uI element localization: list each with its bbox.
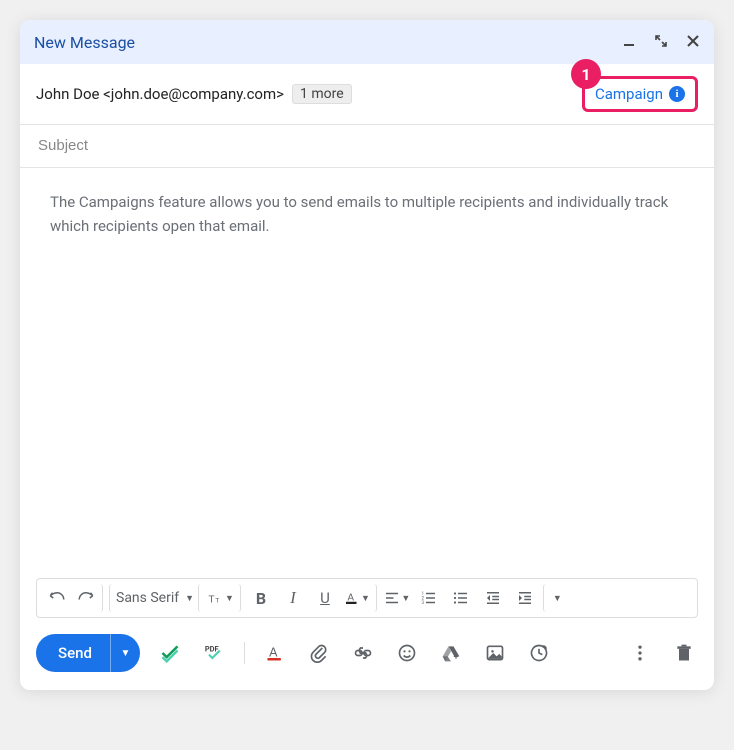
- minimize-icon[interactable]: [622, 34, 636, 51]
- svg-text:A: A: [269, 645, 278, 659]
- align-button[interactable]: ▼: [383, 584, 411, 612]
- svg-text:T: T: [209, 595, 215, 606]
- compose-window: New Message John Doe <john.doe@company.c…: [20, 20, 714, 690]
- send-button[interactable]: Send ▼: [36, 634, 140, 672]
- svg-text:+: +: [453, 653, 458, 663]
- italic-button[interactable]: I: [279, 584, 307, 612]
- fullscreen-icon[interactable]: [654, 34, 668, 51]
- chevron-down-icon: ▼: [361, 593, 370, 604]
- tracking-icon[interactable]: [156, 639, 184, 667]
- svg-text:A: A: [347, 592, 354, 603]
- send-options-dropdown[interactable]: ▼: [110, 634, 140, 672]
- chevron-down-icon: ▼: [401, 593, 410, 604]
- window-titlebar: New Message: [20, 20, 714, 64]
- indent-more-button[interactable]: [511, 584, 539, 612]
- pdf-icon[interactable]: PDF: [200, 639, 228, 667]
- more-options-icon[interactable]: [626, 639, 654, 667]
- send-label: Send: [36, 644, 110, 662]
- bold-button[interactable]: B: [247, 584, 275, 612]
- font-family-dropdown[interactable]: Sans Serif ▼: [109, 584, 194, 612]
- more-recipients-badge[interactable]: 1 more: [292, 84, 352, 104]
- chevron-down-icon: ▼: [185, 593, 194, 604]
- separator: [244, 642, 245, 664]
- recipient-chip[interactable]: John Doe <john.doe@company.com>: [36, 85, 284, 103]
- chevron-down-icon: ▼: [553, 593, 562, 604]
- campaign-link[interactable]: Campaign: [595, 85, 663, 103]
- schedule-icon[interactable]: [525, 639, 553, 667]
- emoji-icon[interactable]: [393, 639, 421, 667]
- drive-icon[interactable]: +: [437, 639, 465, 667]
- more-formatting-button[interactable]: ▼: [543, 584, 571, 612]
- formatting-toolbar: Sans Serif ▼ TT ▼ B I U A ▼ ▼ 123: [36, 578, 698, 618]
- trash-icon[interactable]: [670, 639, 698, 667]
- subject-row: [20, 125, 714, 168]
- font-family-label: Sans Serif: [116, 590, 179, 606]
- svg-text:3: 3: [421, 600, 424, 606]
- numbered-list-button[interactable]: 123: [415, 584, 443, 612]
- email-body[interactable]: The Campaigns feature allows you to send…: [20, 168, 714, 578]
- attach-icon[interactable]: [305, 639, 333, 667]
- text-format-toggle-icon[interactable]: A: [261, 639, 289, 667]
- svg-text:PDF: PDF: [205, 644, 219, 653]
- info-icon[interactable]: i: [669, 86, 685, 102]
- recipients-row[interactable]: John Doe <john.doe@company.com> 1 more 1…: [20, 64, 714, 125]
- redo-button[interactable]: [75, 584, 103, 612]
- action-toolbar: Send ▼ PDF A +: [20, 624, 714, 690]
- subject-input[interactable]: [36, 136, 698, 155]
- bulleted-list-button[interactable]: [447, 584, 475, 612]
- underline-button[interactable]: U: [311, 584, 339, 612]
- font-size-button[interactable]: TT ▼: [198, 584, 241, 612]
- undo-button[interactable]: [43, 584, 71, 612]
- indent-less-button[interactable]: [479, 584, 507, 612]
- link-icon[interactable]: [349, 639, 377, 667]
- campaign-button-highlight: 1 Campaign i: [582, 76, 698, 112]
- close-icon[interactable]: [686, 34, 700, 51]
- callout-badge: 1: [571, 59, 601, 89]
- window-controls: [622, 34, 700, 51]
- svg-text:T: T: [215, 598, 219, 605]
- chevron-down-icon: ▼: [225, 593, 234, 604]
- image-icon[interactable]: [481, 639, 509, 667]
- window-title: New Message: [34, 33, 622, 52]
- text-color-button[interactable]: A ▼: [343, 584, 377, 612]
